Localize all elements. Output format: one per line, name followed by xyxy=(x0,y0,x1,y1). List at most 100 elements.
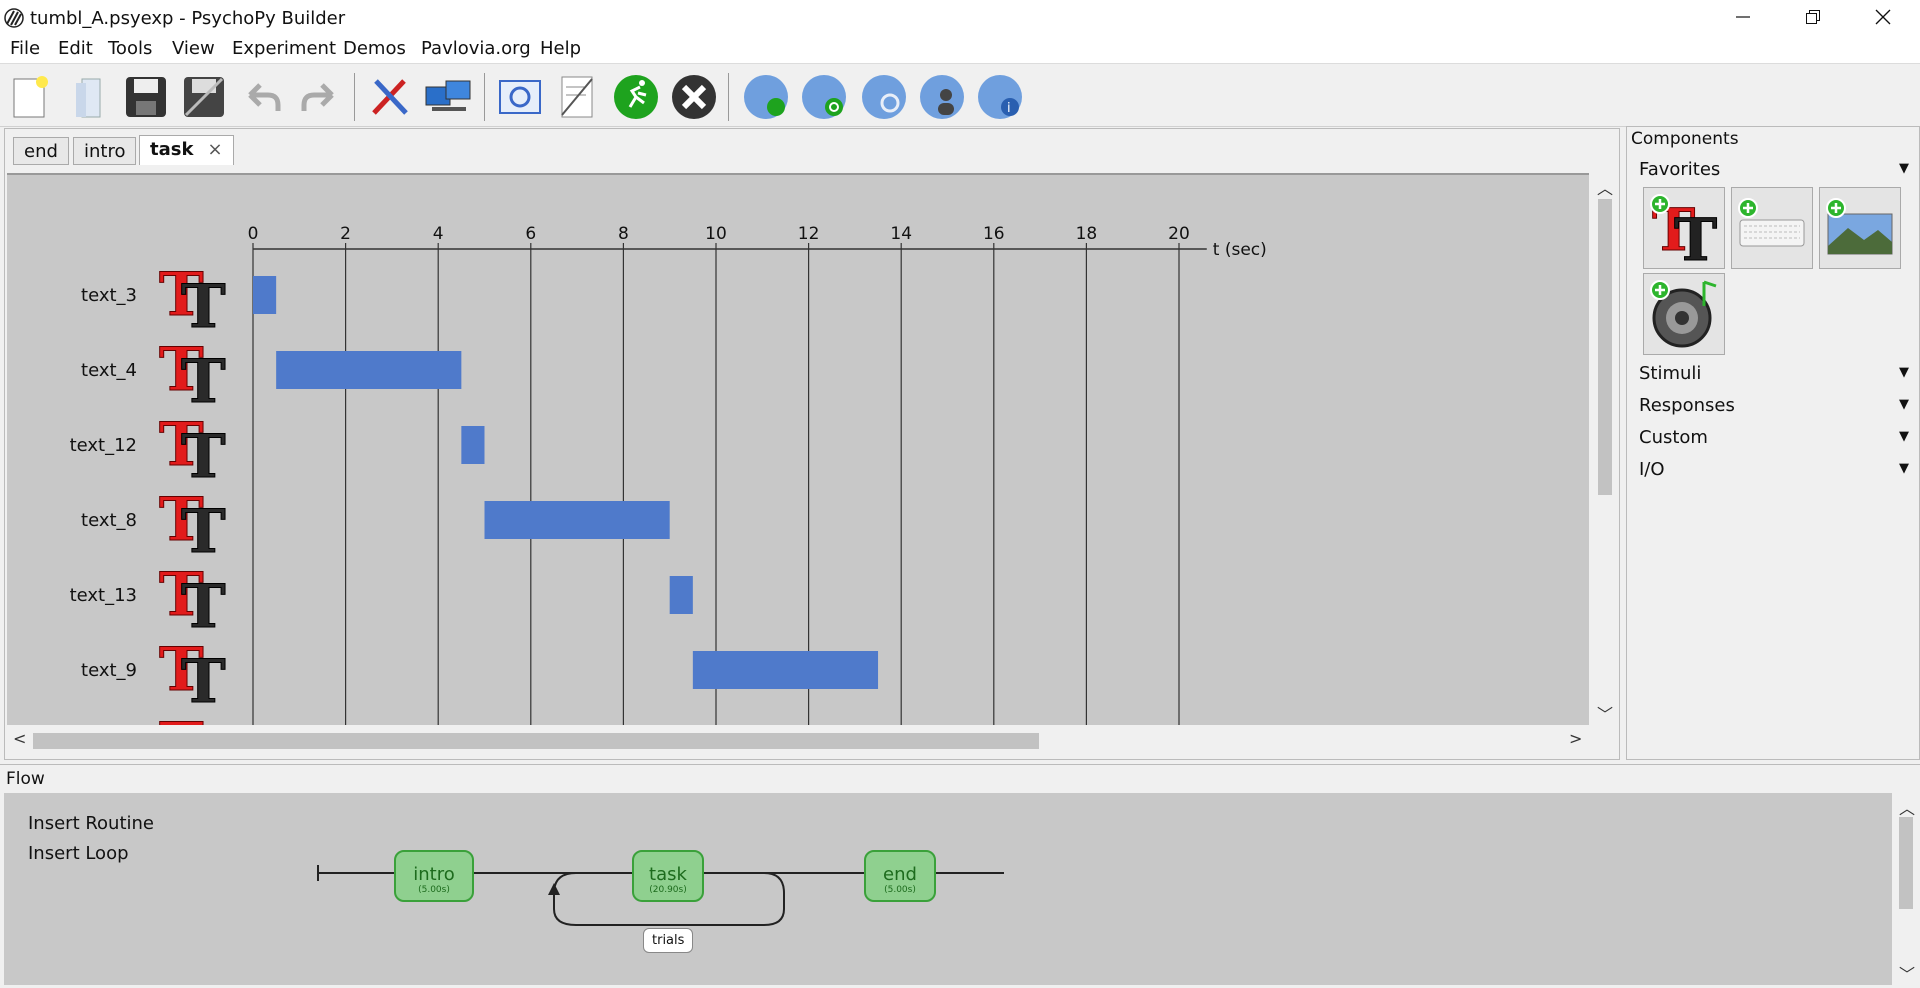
tab-close-icon[interactable]: × xyxy=(207,139,222,160)
category-favorites[interactable]: Favorites ▼ xyxy=(1639,159,1909,180)
menu-demos[interactable]: Demos xyxy=(343,38,406,59)
redo-button[interactable] xyxy=(294,71,346,123)
menu-file[interactable]: File xyxy=(10,38,40,59)
component-name: text_9 xyxy=(81,660,137,681)
pavlovia-user-button[interactable] xyxy=(916,71,968,123)
text-component-icon[interactable]: TT xyxy=(159,485,227,568)
tick-label: 2 xyxy=(340,224,351,244)
run-icon xyxy=(614,75,658,119)
component-bar-text_9[interactable] xyxy=(692,651,879,689)
svg-text:T: T xyxy=(181,572,226,642)
component-bar-text_8[interactable] xyxy=(484,501,670,539)
text-component-button[interactable]: T T xyxy=(1643,187,1725,269)
flow-routine-task[interactable]: task (20.90s) xyxy=(632,850,704,902)
tab-label: intro xyxy=(84,141,126,162)
text-component-icon[interactable]: TT xyxy=(159,260,227,343)
menu-experiment[interactable]: Experiment xyxy=(232,38,336,59)
text-component-icon[interactable]: TT xyxy=(159,335,227,418)
pavlovia-sync-button[interactable] xyxy=(798,71,850,123)
category-responses[interactable]: Responses ▼ xyxy=(1639,395,1909,416)
scroll-right-icon[interactable]: > xyxy=(1569,729,1582,748)
routine-name: task xyxy=(649,864,687,885)
routine-duration: (5.00s) xyxy=(418,885,450,895)
flow-vertical-scrollbar[interactable]: ︿ ﹀ xyxy=(1894,793,1918,985)
sound-component-button[interactable] xyxy=(1643,273,1725,355)
caret-down-icon: ▼ xyxy=(1899,429,1909,444)
stop-button[interactable] xyxy=(668,71,720,123)
category-label: Favorites xyxy=(1639,159,1721,180)
routine-vertical-scrollbar[interactable]: ︿ ﹀ xyxy=(1591,173,1617,725)
menu-pavlovia[interactable]: Pavlovia.org xyxy=(421,38,531,59)
loop-arrow-icon xyxy=(548,883,560,895)
text-component-icon[interactable]: TT xyxy=(159,560,227,643)
scroll-down-icon[interactable]: ﹀ xyxy=(1597,701,1613,725)
tab-task[interactable]: task × xyxy=(139,135,234,165)
image-component-button[interactable] xyxy=(1819,187,1901,269)
routine-timeline-canvas[interactable]: 0 2 4 6 8 10 12 14 16 18 20 t (sec) text_3 T Ttext_4 T T… xyxy=(7,173,1589,725)
restore-button[interactable] xyxy=(1778,0,1848,34)
experiment-settings-button[interactable] xyxy=(494,71,546,123)
text-component-icon[interactable]: TT xyxy=(159,410,227,493)
new-file-button[interactable] xyxy=(4,71,56,123)
pavlovia-search-icon xyxy=(862,75,906,119)
pavlovia-search-button[interactable] xyxy=(858,71,910,123)
scroll-up-icon[interactable]: ︿ xyxy=(1597,175,1613,199)
component-bar-text_3[interactable] xyxy=(253,276,277,314)
tab-end[interactable]: end xyxy=(13,137,69,165)
tick-label: 10 xyxy=(705,224,727,244)
preferences-button[interactable] xyxy=(364,71,416,123)
menu-view[interactable]: View xyxy=(172,38,215,59)
flow-panel: Flow Insert Routine Insert Loop intro (5… xyxy=(0,764,1920,988)
open-file-button[interactable] xyxy=(64,71,116,123)
stop-icon xyxy=(672,75,716,119)
routine-horizontal-scrollbar[interactable]: < > xyxy=(7,727,1589,753)
save-icon xyxy=(126,77,166,117)
flow-routine-end[interactable]: end (5.00s) xyxy=(864,850,936,902)
category-io[interactable]: I/O ▼ xyxy=(1639,459,1909,480)
component-name: text_12 xyxy=(70,435,137,456)
menu-edit[interactable]: Edit xyxy=(58,38,93,59)
pavlovia-run-button[interactable] xyxy=(740,71,792,123)
menu-tools[interactable]: Tools xyxy=(108,38,152,59)
component-bar-text_4[interactable] xyxy=(276,351,462,389)
routine-name: intro xyxy=(413,864,455,885)
close-icon xyxy=(1875,9,1891,25)
menu-help[interactable]: Help xyxy=(540,38,581,59)
toolbar-separator xyxy=(484,73,485,121)
toolbar-separator xyxy=(728,73,729,121)
monitor-center-button[interactable] xyxy=(422,71,474,123)
keyboard-component-button[interactable] xyxy=(1731,187,1813,269)
routine-duration: (5.00s) xyxy=(884,885,916,895)
category-custom[interactable]: Custom ▼ xyxy=(1639,427,1909,448)
loop-label-trials[interactable]: trials xyxy=(643,928,694,953)
timeline-chart: 0 2 4 6 8 10 12 14 16 18 20t (sec)text_3 TTtext_4 TT… xyxy=(70,224,1267,726)
toolbar-separator xyxy=(354,73,355,121)
compile-script-button[interactable] xyxy=(550,71,602,123)
text-component-icon[interactable]: TT xyxy=(159,635,227,718)
save-button[interactable] xyxy=(120,71,172,123)
component-bar-text_12[interactable] xyxy=(461,426,485,464)
component-bar-text_13[interactable] xyxy=(669,576,693,614)
run-button[interactable] xyxy=(610,71,662,123)
scroll-down-icon[interactable]: ﹀ xyxy=(1899,961,1915,985)
undo-icon xyxy=(248,83,281,111)
scroll-thumb[interactable] xyxy=(33,733,1039,749)
pavlovia-project-info-button[interactable]: i xyxy=(974,71,1026,123)
close-button[interactable] xyxy=(1848,0,1918,34)
scroll-thumb[interactable] xyxy=(1598,199,1612,495)
undo-button[interactable] xyxy=(236,71,288,123)
text-component-icon[interactable]: T xyxy=(159,710,205,726)
scroll-thumb[interactable] xyxy=(1899,817,1913,909)
scroll-left-icon[interactable]: < xyxy=(13,729,26,748)
flow-routine-intro[interactable]: intro (5.00s) xyxy=(394,850,474,902)
experiment-settings-icon xyxy=(499,80,541,114)
save-as-icon xyxy=(184,77,224,117)
tick-label: 6 xyxy=(525,224,536,244)
category-stimuli[interactable]: Stimuli ▼ xyxy=(1639,363,1909,384)
tab-intro[interactable]: intro xyxy=(73,137,137,165)
flow-canvas[interactable]: Insert Routine Insert Loop intro (5.00s)… xyxy=(4,793,1892,985)
minimize-button[interactable] xyxy=(1708,0,1778,34)
scroll-up-icon[interactable]: ︿ xyxy=(1899,795,1915,819)
save-as-button[interactable] xyxy=(178,71,230,123)
components-title: Components xyxy=(1631,129,1739,149)
